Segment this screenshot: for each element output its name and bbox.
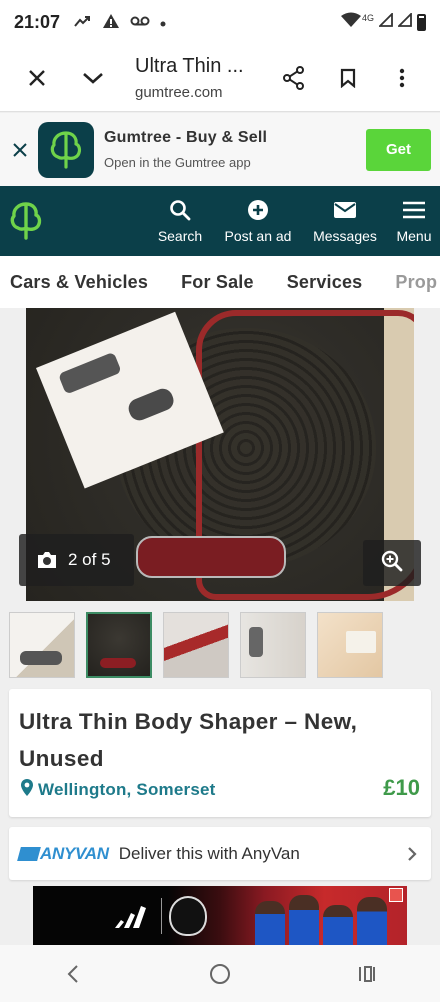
category-nav: Cars & Vehicles For Sale Services Prop [0,256,440,308]
envelope-icon [334,198,356,222]
header-messages-button[interactable]: Messages [310,186,380,256]
browser-toolbar: Ultra Thin ... gumtree.com [0,44,440,112]
signal-icon-2 [396,11,412,32]
close-icon[interactable] [10,140,30,160]
adidas-logo-icon [111,902,151,930]
warning-icon [102,13,120,32]
recents-icon[interactable] [337,954,397,994]
network-type-label: 4G [361,13,374,23]
more-vert-icon[interactable] [388,64,416,92]
browser-page-title: Ultra Thin ... [135,54,244,77]
thumbnail-strip [0,601,440,689]
ad-player-3 [323,905,353,945]
missed-call-icon [74,14,92,31]
battery-icon [417,13,426,31]
anyvan-logo-text: ANYVAN [40,843,109,863]
status-system-icons: 4G [340,11,426,33]
dot-icon [160,14,166,30]
category-for-sale[interactable]: For Sale [181,272,254,293]
site-header: Search Post an ad Messages Menu [0,186,440,256]
app-install-banner: Gumtree - Buy & Sell Open in the Gumtree… [0,113,440,186]
thumbnail-5[interactable] [317,612,383,678]
search-icon [169,198,191,222]
ad-player-1 [255,901,285,945]
photo-counter-text: 2 of 5 [68,550,111,569]
listing-info-card: Ultra Thin Body Shaper – New, Unused Wel… [9,689,431,817]
header-actions: Search Post an ad Messages Menu [156,186,440,256]
browser-title-block: Ultra Thin ... gumtree.com [135,55,244,101]
header-search-label: Search [157,228,203,244]
zoom-button[interactable] [363,540,421,586]
category-property[interactable]: Prop [395,272,437,293]
category-services[interactable]: Services [287,272,363,293]
status-bar: 21:07 4G [0,0,440,44]
anyvan-logo: ANYVAN [17,843,109,864]
browser-url: gumtree.com [135,83,223,101]
anyvan-delivery-card[interactable]: ANYVAN Deliver this with AnyVan [9,827,431,880]
header-post-ad-label: Post an ad [224,228,292,244]
club-crest-icon [169,896,207,936]
home-icon[interactable] [190,954,250,994]
anyvan-text: Deliver this with AnyVan [118,843,300,863]
voicemail-icon [130,14,150,30]
photo-control-panel [136,536,286,578]
get-app-button[interactable]: Get [366,128,431,171]
photo-counter: 2 of 5 [19,534,134,586]
wifi-icon [340,12,361,33]
image-gallery: 2 of 5 [0,308,440,601]
ad-divider [161,898,162,934]
chevron-down-icon[interactable] [79,64,107,92]
app-banner-subtitle: Open in the Gumtree app [104,155,251,170]
header-menu-button[interactable]: Menu [392,186,436,256]
system-nav-bar [0,945,440,1002]
bookmark-icon[interactable] [334,64,362,92]
ad-player-2 [289,895,319,945]
plus-circle-icon [247,198,269,222]
ad-players-image [255,894,395,945]
status-notification-icons [74,13,166,32]
hamburger-icon [402,198,426,222]
header-post-ad-button[interactable]: Post an ad [222,186,294,256]
signal-icon [377,11,393,32]
thumbnail-3[interactable] [163,612,229,678]
category-cars-vehicles[interactable]: Cars & Vehicles [10,272,148,293]
listing-title: Ultra Thin Body Shaper – New, Unused [19,709,358,771]
chevron-right-icon [407,846,417,862]
thumbnail-2[interactable] [86,612,152,678]
listing-price: £10 [383,775,420,800]
gumtree-app-logo [38,121,94,178]
listing-location[interactable]: Wellington, Somerset [20,778,216,802]
header-search-button[interactable]: Search [156,186,204,256]
ad-player-4 [357,897,387,945]
location-pin-icon [20,778,34,802]
back-icon[interactable] [43,954,103,994]
advertisement-banner[interactable] [33,886,407,945]
gumtree-logo[interactable] [8,199,44,243]
anyvan-logo-mark [17,846,41,861]
ad-choices-icon[interactable] [389,888,403,902]
app-banner-title: Gumtree - Buy & Sell [104,129,268,146]
thumbnail-1[interactable] [9,612,75,678]
status-time: 21:07 [14,11,61,32]
close-icon[interactable] [23,64,51,92]
camera-icon [36,551,58,569]
zoom-in-icon [381,550,403,577]
header-messages-label: Messages [313,228,377,244]
header-menu-label: Menu [396,228,432,244]
location-text: Wellington, Somerset [38,780,216,799]
app-banner-texts: Gumtree - Buy & Sell Open in the Gumtree… [104,129,267,170]
share-icon[interactable] [280,64,308,92]
thumbnail-4[interactable] [240,612,306,678]
